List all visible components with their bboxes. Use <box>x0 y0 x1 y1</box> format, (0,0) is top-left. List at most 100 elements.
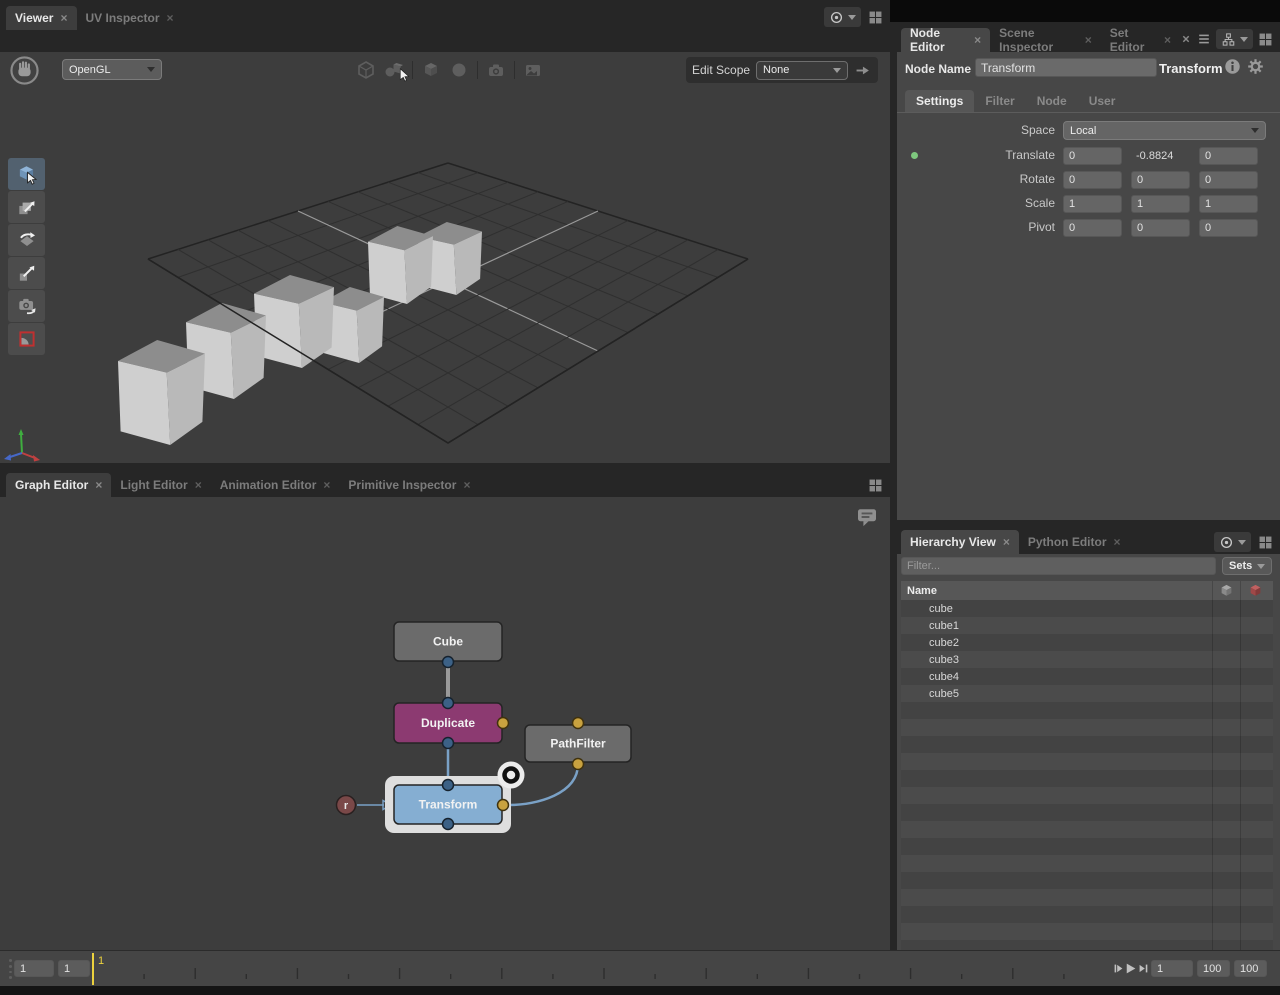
pivot-z-field[interactable]: 0 <box>1199 219 1258 237</box>
translate-tool-button[interactable] <box>8 191 45 223</box>
tab-node-editor[interactable]: Node Editor × <box>901 26 991 54</box>
node-port[interactable] <box>571 716 585 730</box>
tab-close-icon[interactable]: × <box>60 12 67 24</box>
shading-cube-button[interactable] <box>356 60 376 80</box>
pivot-x-field[interactable]: 0 <box>1063 219 1122 237</box>
frame-ruler[interactable] <box>0 951 1280 987</box>
focus-ring-icon[interactable] <box>497 761 525 789</box>
viewport-3d-scene[interactable] <box>0 52 890 463</box>
translate-x-field[interactable]: 0 <box>1063 147 1122 165</box>
tab-scene-inspector[interactable]: Scene Inspector × <box>990 26 1101 54</box>
rotate-y-field[interactable]: 0 <box>1131 171 1190 189</box>
translate-z-field[interactable]: 0 <box>1199 147 1258 165</box>
tab-close-icon[interactable]: × <box>167 12 174 24</box>
tab-primitive-inspector[interactable]: Primitive Inspector × <box>339 473 479 497</box>
node-port[interactable] <box>441 736 455 750</box>
rotate-z-field[interactable]: 0 <box>1199 171 1258 189</box>
detach-icon[interactable] <box>1180 33 1192 45</box>
graph-editor-panel[interactable]: Cube Duplicate PathFilter Transform r <box>0 497 890 950</box>
node-port[interactable] <box>571 757 585 771</box>
hierarchy-settings-button[interactable] <box>1214 532 1251 552</box>
camera-button[interactable] <box>486 60 506 80</box>
node-editor-mode-button[interactable] <box>1216 29 1254 49</box>
vertical-splitter[interactable] <box>890 22 897 950</box>
camera-tool-button[interactable] <box>8 290 45 322</box>
tab-close-icon[interactable]: × <box>1085 34 1092 46</box>
hierarchy-row-cube3[interactable]: cube3 <box>901 651 1273 668</box>
hierarchy-row-cube1[interactable]: cube1 <box>901 617 1273 634</box>
scale-z-field[interactable]: 1 <box>1199 195 1258 213</box>
rotate-tool-button[interactable] <box>8 224 45 256</box>
light-sphere-button[interactable] <box>449 60 469 80</box>
pivot-y-field[interactable]: 0 <box>1131 219 1190 237</box>
scale-tool-button[interactable] <box>8 257 45 289</box>
play-icon <box>1126 963 1136 974</box>
node-port[interactable] <box>441 778 455 792</box>
tab-graph-editor[interactable]: Graph Editor × <box>6 473 112 497</box>
selected-cube-column-icon[interactable] <box>1248 583 1263 598</box>
tab-close-icon[interactable]: × <box>974 34 981 46</box>
hierarchy-row-cube4[interactable]: cube4 <box>901 668 1273 685</box>
scene-cube[interactable] <box>118 361 171 445</box>
tab-close-icon[interactable]: × <box>463 479 470 491</box>
edit-scope-dropdown[interactable]: None <box>756 60 849 80</box>
scale-x-field[interactable]: 1 <box>1063 195 1122 213</box>
tab-close-icon[interactable]: × <box>1003 536 1010 548</box>
tab-close-icon[interactable]: × <box>195 479 202 491</box>
hierarchy-row-cube[interactable]: cube <box>901 600 1273 617</box>
range-end-field[interactable]: 100 <box>1197 960 1230 977</box>
viewer-panel[interactable]: OpenGL Edit Scope None <box>0 52 890 463</box>
playback-range-field[interactable]: 100 <box>1234 960 1267 977</box>
node-graph[interactable]: Cube Duplicate PathFilter Transform r <box>0 497 890 950</box>
rotate-x-field[interactable]: 0 <box>1063 171 1122 189</box>
node-port[interactable] <box>441 655 455 669</box>
hierarchy-row-cube2[interactable]: cube2 <box>901 634 1273 651</box>
tab-close-icon[interactable]: × <box>1164 34 1171 46</box>
layout-grid-icon[interactable] <box>1257 31 1274 48</box>
renderer-dropdown[interactable]: OpenGL <box>62 59 162 80</box>
geometry-cube-button[interactable] <box>421 60 441 80</box>
tab-python-editor[interactable]: Python Editor × <box>1019 530 1130 554</box>
tab-set-editor[interactable]: Set Editor × <box>1101 26 1180 54</box>
tab-viewer[interactable]: Viewer × <box>6 6 77 30</box>
layout-grid-icon[interactable] <box>867 9 884 26</box>
horizontal-splitter[interactable] <box>897 520 1280 528</box>
node-port[interactable] <box>496 716 510 730</box>
tab-light-editor[interactable]: Light Editor × <box>111 473 210 497</box>
translate-y-field[interactable]: -0.8824 <box>1131 147 1190 165</box>
current-frame-field[interactable]: 1 <box>1151 960 1193 977</box>
play-icon[interactable] <box>1123 961 1138 976</box>
tab-close-icon[interactable]: × <box>95 479 102 491</box>
sets-dropdown[interactable]: Sets <box>1222 557 1272 575</box>
graph-node-cube[interactable]: Cube <box>393 621 503 662</box>
crop-window-tool-button[interactable] <box>8 323 45 355</box>
tab-animation-editor[interactable]: Animation Editor × <box>211 473 340 497</box>
space-dropdown[interactable]: Local <box>1063 121 1266 140</box>
layout-grid-icon <box>1259 536 1272 548</box>
viewer-settings-button[interactable] <box>824 7 861 27</box>
pan-hand-button[interactable] <box>10 56 39 85</box>
annotation-bubble-icon[interactable] <box>855 505 879 529</box>
step-forward-icon[interactable] <box>1137 962 1150 975</box>
graph-node-pathfilter[interactable]: PathFilter <box>524 724 632 763</box>
node-port[interactable] <box>441 696 455 710</box>
layout-grid-icon[interactable] <box>867 477 884 494</box>
hierarchy-filter-input[interactable]: Filter... <box>901 557 1216 575</box>
read-only-badge[interactable]: r <box>335 794 357 816</box>
scene-cube-column-icon[interactable] <box>1219 583 1234 598</box>
select-tool-button[interactable] <box>8 158 45 190</box>
node-port[interactable] <box>496 798 510 812</box>
tab-hierarchy-view[interactable]: Hierarchy View × <box>901 530 1019 554</box>
image-card-button[interactable] <box>523 60 543 80</box>
playhead[interactable] <box>92 953 94 985</box>
layout-grid-icon[interactable] <box>1257 534 1274 551</box>
tab-close-icon[interactable]: × <box>323 479 330 491</box>
list-icon[interactable] <box>1196 31 1212 47</box>
scale-y-field[interactable]: 1 <box>1131 195 1190 213</box>
tab-uv-inspector[interactable]: UV Inspector × <box>77 6 183 30</box>
hierarchy-table-header[interactable]: Name <box>901 581 1273 600</box>
hierarchy-row-cube5[interactable]: cube5 <box>901 685 1273 702</box>
tab-close-icon[interactable]: × <box>1114 536 1121 548</box>
node-port[interactable] <box>441 817 455 831</box>
edit-scope-go-icon[interactable] <box>854 62 871 79</box>
